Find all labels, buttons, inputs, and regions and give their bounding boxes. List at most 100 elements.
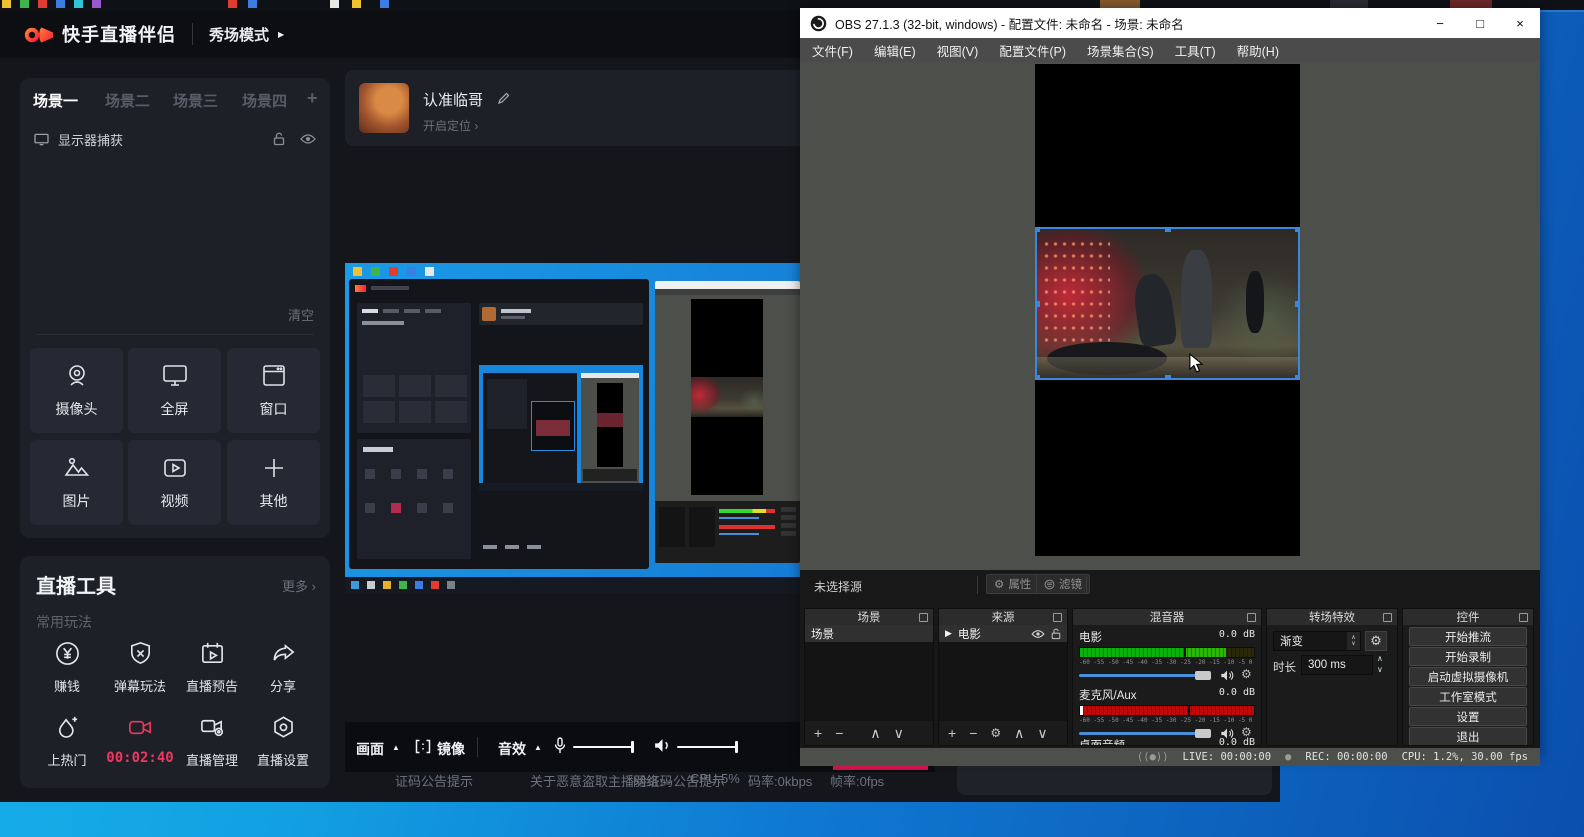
scene-down-button[interactable]: ∨ (894, 725, 904, 742)
resize-handle[interactable] (1295, 301, 1300, 307)
volume-slider[interactable] (1079, 674, 1197, 677)
tool-share[interactable]: 分享 (247, 640, 319, 695)
transition-select[interactable]: 渐变 ∧∨ (1273, 631, 1361, 651)
source-filters-button[interactable]: 滤镜 (1036, 574, 1090, 594)
add-fullscreen-button[interactable]: 全屏 (128, 348, 221, 433)
add-camera-button[interactable]: 摄像头 (30, 348, 123, 433)
settings-button[interactable]: 设置 (1409, 707, 1527, 726)
source-properties-gear-button[interactable]: ⚙ (990, 726, 1001, 740)
scene-tab-4[interactable]: 场景四 (242, 90, 287, 111)
enable-location-link[interactable]: 开启定位 › (423, 117, 478, 134)
avatar[interactable] (359, 83, 409, 133)
dock-popout-icon[interactable] (1053, 613, 1062, 622)
resize-handle[interactable] (1165, 375, 1171, 380)
add-other-button[interactable]: 其他 (227, 440, 320, 525)
duration-input[interactable]: 300 ms (1301, 655, 1373, 675)
microphone-icon[interactable] (552, 736, 568, 755)
menu-profile[interactable]: 配置文件(P) (999, 41, 1066, 60)
transitions-dock-header[interactable]: 转场特效 (1267, 609, 1397, 625)
capture-source-row[interactable]: 显示器捕获 (34, 128, 316, 150)
transition-properties-button[interactable]: ⚙ (1365, 631, 1387, 651)
close-button[interactable]: × (1500, 8, 1540, 38)
add-image-button[interactable]: 图片 (30, 440, 123, 525)
screen-menu-button[interactable]: 画面 (356, 739, 384, 759)
scenes-dock-header[interactable]: 场景 (805, 609, 933, 625)
scene-tab-3[interactable]: 场景三 (173, 90, 218, 111)
minimize-button[interactable]: − (1420, 8, 1460, 38)
mirror-button[interactable]: 镜像 (437, 739, 465, 759)
lock-icon[interactable] (1051, 628, 1061, 640)
source-properties-button[interactable]: ⚙ 属性 (986, 574, 1039, 594)
scene-item[interactable]: 场景 (805, 625, 933, 642)
dock-popout-icon[interactable] (919, 613, 928, 622)
resize-handle[interactable] (1035, 301, 1040, 307)
speaker-icon[interactable] (653, 737, 672, 754)
exit-button[interactable]: 退出 (1409, 727, 1527, 746)
add-source-button[interactable]: + (948, 725, 956, 741)
remove-source-button[interactable]: − (969, 725, 977, 741)
dock-popout-icon[interactable] (1247, 613, 1256, 622)
output-volume-handle[interactable] (735, 741, 738, 753)
tool-earn[interactable]: 赚钱 (31, 640, 103, 695)
menu-view[interactable]: 视图(V) (937, 41, 979, 60)
tool-settings[interactable]: 直播设置 (247, 714, 319, 769)
sources-dock-header[interactable]: 来源 (939, 609, 1067, 625)
speaker-icon[interactable] (1219, 669, 1235, 682)
menu-scene-collection[interactable]: 场景集合(S) (1087, 41, 1154, 60)
scene-tab-2[interactable]: 场景二 (105, 90, 150, 111)
mic-volume-handle[interactable] (631, 741, 634, 753)
output-volume-slider[interactable] (677, 746, 737, 748)
tool-manage[interactable]: 直播管理 (176, 714, 248, 769)
source-up-button[interactable]: ∧ (1014, 725, 1024, 742)
menu-tools[interactable]: 工具(T) (1175, 41, 1216, 60)
sound-menu-button[interactable]: 音效 (498, 739, 526, 759)
mixer-dock-header[interactable]: 混音器 (1073, 609, 1261, 625)
add-window-button[interactable]: 窗口 (227, 348, 320, 433)
channel-gear-button[interactable]: ⚙ (1241, 667, 1252, 681)
start-recording-button[interactable]: 开始录制 (1409, 647, 1527, 666)
dock-popout-icon[interactable] (1383, 613, 1392, 622)
maximize-button[interactable]: □ (1460, 8, 1500, 38)
remove-scene-button[interactable]: − (835, 725, 843, 741)
edit-pencil-icon[interactable] (497, 91, 511, 105)
sound-caret-icon[interactable]: ▲ (534, 743, 542, 752)
menu-edit[interactable]: 编辑(E) (874, 41, 916, 60)
clear-sources-button[interactable]: 清空 (288, 305, 314, 324)
volume-slider-handle[interactable] (1195, 671, 1211, 680)
movie-source-preview[interactable] (1035, 227, 1300, 380)
tool-live-timer[interactable]: 00:02:40 (104, 714, 176, 766)
screen-caret-icon[interactable]: ▲ (392, 743, 400, 752)
resize-handle[interactable] (1295, 227, 1300, 232)
start-streaming-button[interactable]: 开始推流 (1409, 627, 1527, 646)
volume-slider[interactable] (1079, 732, 1197, 735)
tool-notice[interactable]: 直播预告 (176, 640, 248, 695)
tool-danmu[interactable]: 弹幕玩法 (104, 640, 176, 695)
mirror-icon[interactable] (414, 738, 432, 755)
status-notice-1[interactable]: 证码公告提示 (395, 771, 473, 790)
resize-handle[interactable] (1035, 227, 1040, 232)
unlock-icon[interactable] (273, 132, 285, 146)
visibility-eye-icon[interactable] (1031, 629, 1045, 639)
resize-handle[interactable] (1035, 375, 1040, 380)
select-spinner[interactable]: ∧∨ (1347, 632, 1360, 650)
resize-handle[interactable] (1165, 227, 1171, 232)
menu-help[interactable]: 帮助(H) (1237, 41, 1279, 60)
duration-spinner[interactable]: ∧∨ (1377, 653, 1383, 675)
add-scene-button[interactable]: + (307, 88, 318, 109)
studio-mode-button[interactable]: 工作室模式 (1409, 687, 1527, 706)
source-item[interactable]: ▶ 电影 (939, 625, 1067, 642)
source-down-button[interactable]: ∨ (1037, 725, 1047, 742)
dock-popout-icon[interactable] (1519, 613, 1528, 622)
resize-handle[interactable] (1295, 375, 1300, 380)
start-virtual-camera-button[interactable]: 启动虚拟摄像机 (1409, 667, 1527, 686)
menu-file[interactable]: 文件(F) (812, 41, 853, 60)
add-video-button[interactable]: 视频 (128, 440, 221, 525)
scene-tab-1[interactable]: 场景一 (33, 90, 78, 111)
controls-dock-header[interactable]: 控件 (1403, 609, 1533, 625)
more-tools-link[interactable]: 更多 › (282, 576, 316, 595)
mode-caret-icon[interactable]: ▶ (278, 30, 284, 39)
mode-selector[interactable]: 秀场模式 (209, 24, 269, 45)
tool-hot[interactable]: 上热门 (31, 714, 103, 769)
add-scene-button[interactable]: + (814, 725, 822, 741)
scene-up-button[interactable]: ∧ (870, 725, 880, 742)
